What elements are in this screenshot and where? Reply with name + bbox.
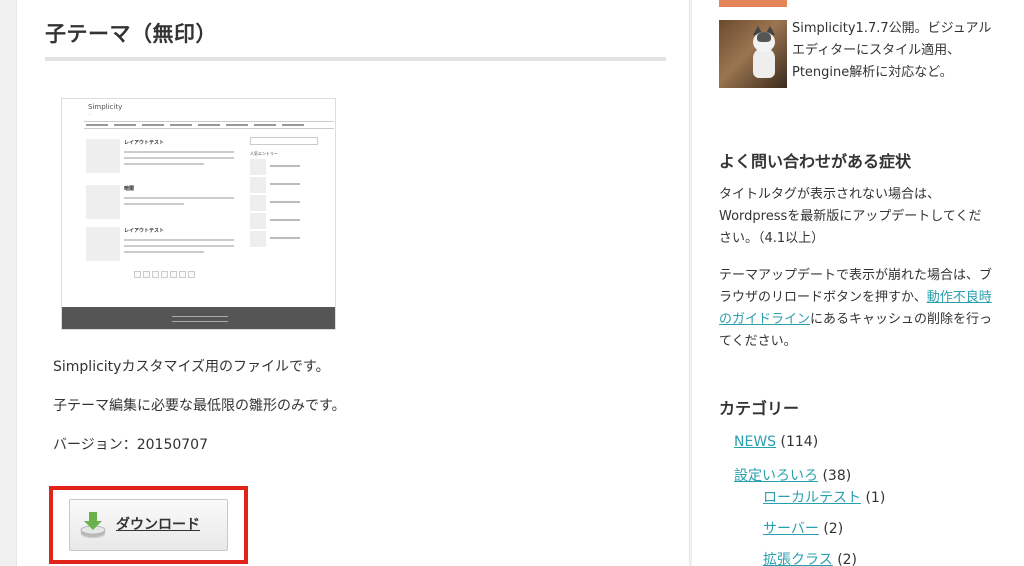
thumb-post-title: レイアウトテスト [124,228,165,234]
download-icon [80,512,106,538]
thumb-post-title: 暗闇 [124,186,135,192]
thumb-post-title: レイアウトテスト [124,140,165,146]
download-button[interactable]: ダウンロード [69,499,228,551]
page-title: 子テーマ（無印） [45,22,217,46]
download-label: ダウンロード [116,517,200,533]
category-item: NEWS (114) [734,434,819,450]
thumb-post: レイアウトテスト [86,227,246,265]
title-divider [45,57,666,61]
main-content: 子テーマ（無印） Simplicity — レイアウトテスト 暗闇 レイアウトテ… [16,0,690,566]
category-item: 設定いろいろ (38) [734,468,852,484]
thumb-nav [84,121,334,129]
category-heading: カテゴリー [719,399,800,418]
previous-thumbnail[interactable] [719,0,787,7]
category-link-news[interactable]: NEWS [734,434,776,450]
thumb-post: 暗闇 [86,185,246,223]
faq-text: テーマアップデートで表示が崩れた場合は、ブラウザのリロードボタンを押すか、動作不… [719,268,993,349]
news-entry-text[interactable]: Simplicity1.7.7公開。ビジュアルエディターにスタイル適用、Pten… [792,18,992,84]
category-link-extension-class[interactable]: 拡張クラス [763,552,833,566]
thumb-footer [62,307,335,329]
category-item: ローカルテスト (1) [763,490,886,506]
faq-text: タイトルタグが表示されない場合は、Wordpressを最新版にアップデートしてく… [719,187,982,246]
thumb-search [250,137,318,145]
description-text: 子テーマ編集に必要な最低限の雛形のみです。 [53,398,346,414]
thumb-tagline: — [88,112,91,116]
category-link-settings[interactable]: 設定いろいろ [734,468,818,484]
category-link-server[interactable]: サーバー [763,521,819,537]
theme-screenshot: Simplicity — レイアウトテスト 暗闇 レイアウトテスト 人気エントリ… [61,98,336,330]
thumb-post: レイアウトテスト [86,139,246,177]
thumb-pager [134,271,195,278]
category-link-local-test[interactable]: ローカルテスト [763,490,861,506]
thumb-site-name: Simplicity [88,103,123,111]
version-text: バージョン：20150707 [53,437,208,453]
category-item: サーバー (2) [763,521,844,537]
sidebar: Simplicity1.7.7公開。ビジュアルエディターにスタイル適用、Pten… [692,0,1024,566]
thumb-side-title: 人気エントリー [250,151,278,156]
news-thumbnail[interactable] [719,20,787,88]
category-item: 拡張クラス (2) [763,552,858,566]
description-text: Simplicityカスタマイズ用のファイルです。 [53,359,330,375]
faq-heading: よく問い合わせがある症状 [719,152,912,171]
